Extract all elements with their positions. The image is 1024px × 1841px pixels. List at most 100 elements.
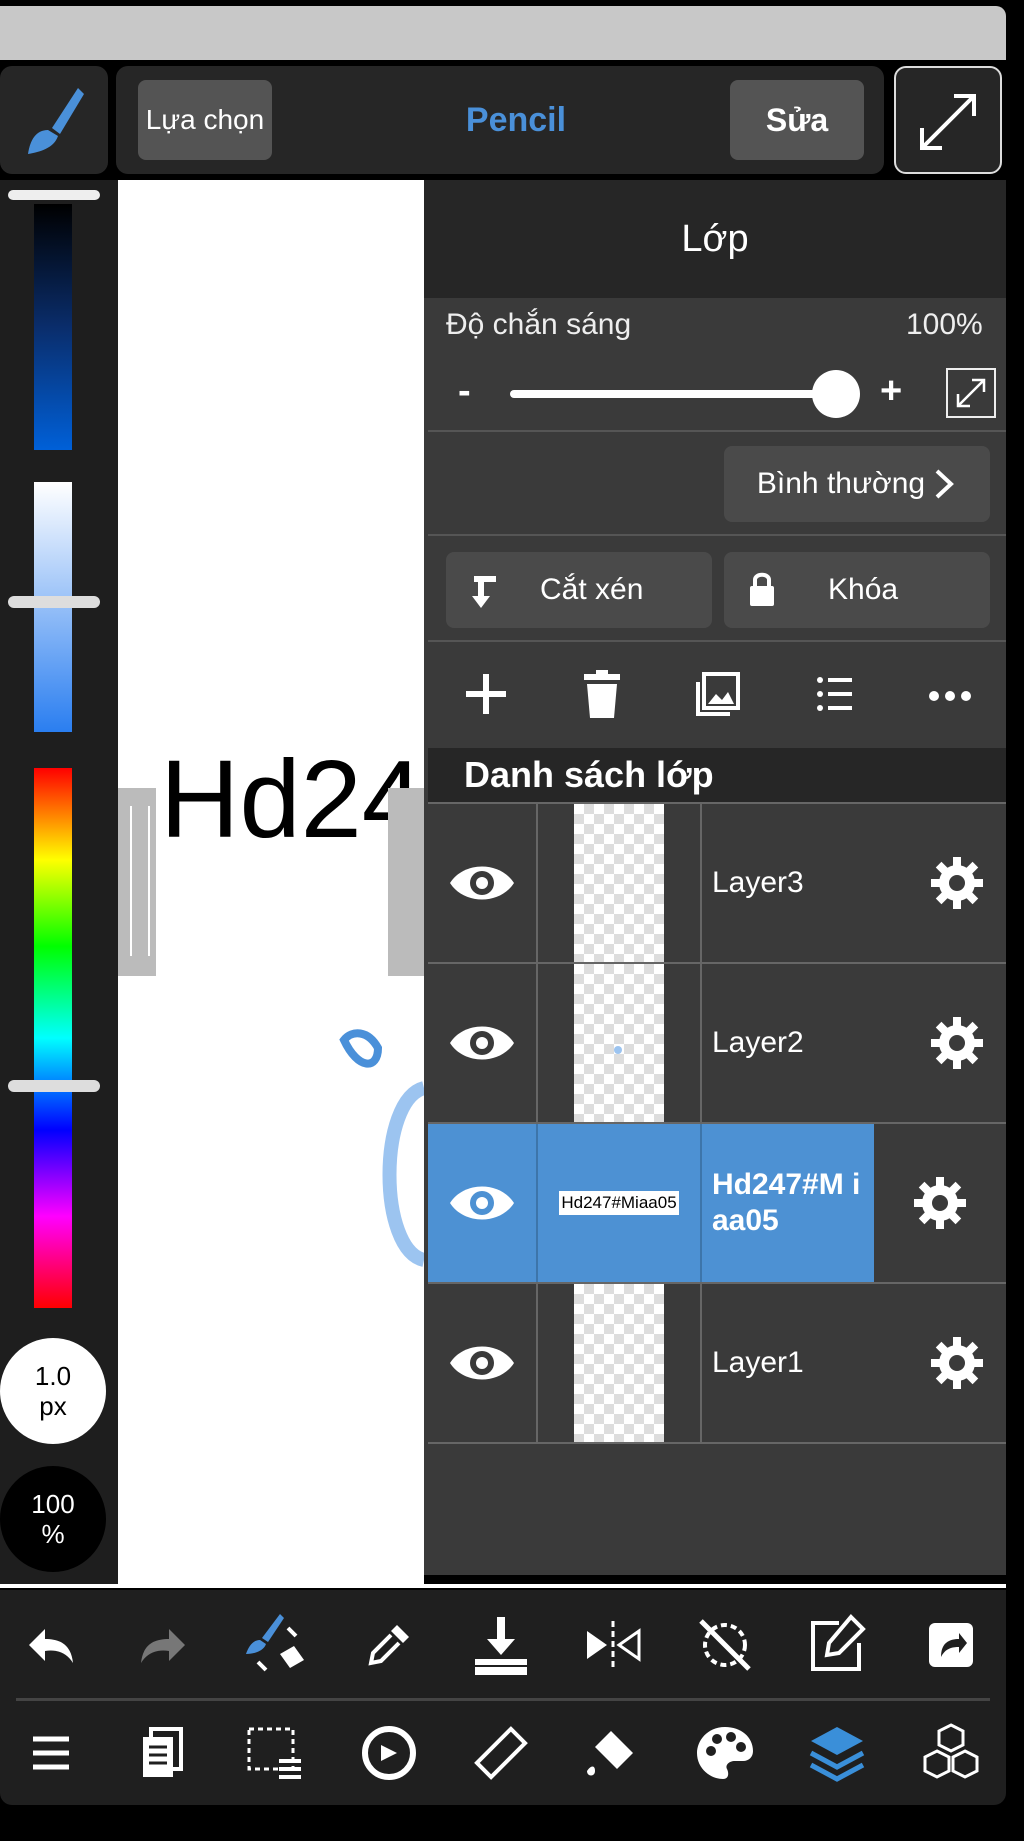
brightness-slider[interactable] <box>34 204 72 450</box>
layers-icon <box>809 1727 865 1782</box>
plus-icon <box>466 674 506 714</box>
layer-thumbnail-cell[interactable] <box>538 1284 702 1442</box>
flip-button[interactable] <box>578 1610 648 1680</box>
layer-list-title: Danh sách lớp <box>464 754 714 795</box>
layer-thumbnail <box>574 804 664 962</box>
download-icon <box>475 1617 527 1675</box>
clip-arrow-icon <box>472 576 496 608</box>
layer-name[interactable]: Hd247#M iaa05 <box>712 1124 872 1282</box>
layer-row[interactable]: Layer1 <box>428 1282 1006 1444</box>
menu-icon <box>33 1736 69 1770</box>
opacity-label: Độ chắn sáng <box>446 308 632 341</box>
layer-thumbnail-cell[interactable] <box>538 964 702 1122</box>
lock-icon <box>750 572 774 606</box>
divider <box>0 1584 1006 1588</box>
layer-visibility-toggle[interactable] <box>428 804 538 962</box>
hue-slider[interactable] <box>34 768 72 1308</box>
layer-thumbnail-cell[interactable]: Hd247#Miaa05 <box>538 1124 702 1282</box>
undo-icon <box>29 1629 73 1663</box>
layer-settings-button[interactable] <box>908 804 1006 962</box>
blend-mode-button[interactable]: Bình thường <box>724 446 990 522</box>
opacity-slider-knob[interactable] <box>812 370 860 418</box>
lock-button[interactable]: Khóa <box>724 552 990 628</box>
layer-settings-button[interactable] <box>908 964 1006 1122</box>
selection-icon <box>247 1727 301 1779</box>
expand-icon <box>920 94 976 150</box>
ruler-button[interactable] <box>466 1718 536 1788</box>
layer-settings-button[interactable] <box>874 1124 1006 1282</box>
layer-visibility-toggle[interactable] <box>428 1124 538 1282</box>
layer-row-selected[interactable]: Hd247#Miaa05 Hd247#M iaa05 <box>428 1122 1006 1282</box>
layer-visibility-toggle[interactable] <box>428 964 538 1122</box>
layer-name[interactable]: Layer2 <box>712 964 892 1122</box>
brush-eraser-button[interactable] <box>240 1610 310 1680</box>
materials-button[interactable] <box>916 1718 986 1788</box>
tool-header: Lựa chọn Pencil Sửa <box>116 66 884 174</box>
select-button[interactable]: Lựa chọn <box>138 80 272 160</box>
eyedropper-icon <box>368 1625 409 1666</box>
edit-button[interactable]: Sửa <box>730 80 864 160</box>
layer-row[interactable]: Layer2 <box>428 962 1006 1122</box>
clipping-button[interactable]: Cắt xén <box>446 552 712 628</box>
opacity-minus-button[interactable]: - <box>458 370 471 413</box>
brush-opacity-button[interactable]: 100 % <box>0 1466 106 1572</box>
gear-icon <box>931 1337 983 1389</box>
layer-list-header: Danh sách lớp <box>428 748 1006 802</box>
layer-settings-button[interactable] <box>908 1284 1006 1442</box>
undo-button[interactable] <box>16 1610 86 1680</box>
color-palette-button[interactable] <box>690 1718 760 1788</box>
layer-visibility-toggle[interactable] <box>428 1284 538 1442</box>
layer-list-button[interactable] <box>804 664 864 724</box>
eye-icon <box>450 1186 514 1220</box>
ruler-icon <box>474 1726 528 1780</box>
pages-button[interactable] <box>128 1718 198 1788</box>
layer-name[interactable]: Layer3 <box>712 804 892 962</box>
saturation-handle[interactable] <box>8 596 100 608</box>
left-scroll-handle[interactable] <box>118 788 156 976</box>
redo-button[interactable] <box>128 1610 198 1680</box>
layer-row[interactable]: Layer3 <box>428 802 1006 962</box>
brush-eraser-icon <box>246 1614 304 1672</box>
import-button[interactable] <box>466 1610 536 1680</box>
more-icon <box>929 691 971 701</box>
opacity-plus-button[interactable]: + <box>880 370 902 413</box>
brush-tool-button[interactable] <box>0 66 108 174</box>
opacity-slider[interactable] <box>510 390 838 398</box>
layer-name[interactable]: Layer1 <box>712 1284 892 1442</box>
share-button[interactable] <box>916 1610 986 1680</box>
delete-layer-button[interactable] <box>572 664 632 724</box>
edit-layer-button[interactable] <box>802 1610 872 1680</box>
hue-handle[interactable] <box>8 1080 100 1092</box>
blend-mode-label: Bình thường <box>756 467 926 500</box>
lock-label: Khóa <box>828 573 899 606</box>
fullscreen-button[interactable] <box>894 66 1002 174</box>
palette-icon <box>697 1727 753 1779</box>
more-button[interactable] <box>920 664 980 724</box>
eyedropper-button[interactable] <box>354 1610 424 1680</box>
clipping-label: Cắt xén <box>540 573 644 606</box>
materials-icon <box>923 1723 979 1779</box>
selection-button[interactable] <box>240 1718 310 1788</box>
color-sidebar: 1.0 px 100 % <box>0 180 118 1585</box>
fill-icon <box>587 1731 633 1776</box>
brush-size-button[interactable]: 1.0 px <box>0 1338 106 1444</box>
add-layer-button[interactable] <box>456 664 516 724</box>
pages-icon <box>143 1727 183 1777</box>
panel-expand-button[interactable] <box>946 368 996 418</box>
tool-name[interactable]: Pencil <box>396 66 636 174</box>
drawing-canvas[interactable]: Hd247 <box>118 180 424 1585</box>
menu-button[interactable] <box>16 1718 86 1788</box>
brush-icon <box>28 88 84 154</box>
transform-button[interactable] <box>354 1718 424 1788</box>
brush-size-unit: px <box>39 1391 67 1421</box>
gear-icon <box>914 1177 966 1229</box>
layer-thumbnail-cell[interactable] <box>538 804 702 962</box>
layer-image-button[interactable] <box>688 664 748 724</box>
fill-button[interactable] <box>578 1718 648 1788</box>
transform-icon <box>362 1726 416 1780</box>
gear-icon <box>931 857 983 909</box>
layers-button[interactable] <box>802 1718 872 1788</box>
top-handle[interactable] <box>8 190 100 200</box>
brush-opacity-value: 100 <box>31 1489 75 1519</box>
rotate-lock-button[interactable] <box>690 1610 760 1680</box>
